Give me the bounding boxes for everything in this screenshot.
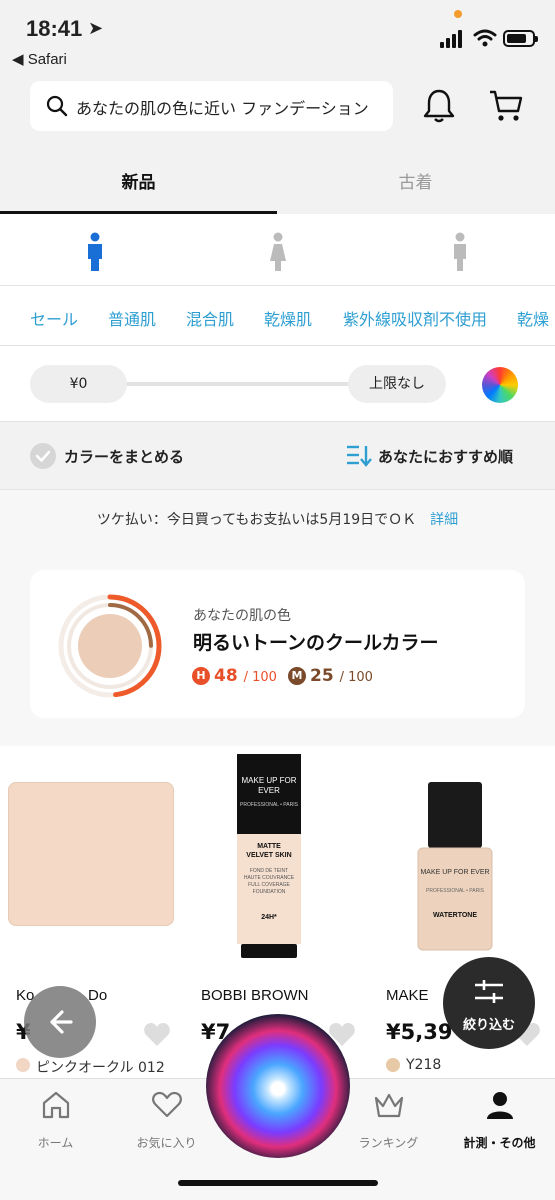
product-image-compact	[8, 782, 174, 926]
category-combination-skin[interactable]: 混合肌	[186, 306, 234, 330]
person-male-icon[interactable]	[450, 232, 470, 272]
bottle-brand: MAKE UP FOR EVER	[420, 869, 490, 876]
sort-icon[interactable]	[346, 444, 372, 468]
notice-text: ツケ払い：今日買ってもお支払いは5月19日でＯＫ	[96, 512, 417, 528]
back-button[interactable]	[24, 986, 96, 1058]
heart-outline-icon	[152, 1091, 182, 1118]
brightness-score: M 25 / 100	[288, 666, 373, 686]
person-all-icon[interactable]	[85, 232, 105, 272]
search-input[interactable]: あなたの肌の色に近い ファンデーション	[30, 81, 393, 131]
brightness-score-value: 25	[310, 666, 334, 686]
skin-tone-title: 明るいトーンのクールカラー	[193, 632, 439, 654]
home-indicator[interactable]	[178, 1180, 378, 1186]
product-brand-tail: Do	[88, 987, 108, 1004]
hue-badge: H	[192, 667, 210, 685]
status-time: 18:41	[26, 16, 83, 41]
price-max-handle[interactable]: 上限なし	[348, 365, 446, 403]
bell-icon[interactable]	[422, 88, 456, 124]
tube-sub: PROFESSIONAL • PARIS	[240, 802, 298, 808]
product-image-bottle	[417, 782, 493, 951]
skin-type-filter-row: セール 普通肌 混合肌 乾燥肌 紫外線吸収剤不使用 乾燥	[0, 286, 555, 346]
nav-label-favorites: お気に入り	[136, 1136, 197, 1150]
tab-new[interactable]: 新品	[0, 154, 277, 214]
heart-icon[interactable]	[143, 1022, 171, 1048]
product-shade: Y218	[406, 1057, 442, 1073]
tube-product-name: MATTE VELVET SKIN	[246, 843, 292, 859]
hue-score-max: / 100	[243, 670, 277, 685]
status-bar: 18:41 ➤ ◀ Safari	[0, 0, 555, 72]
arrow-left-icon	[50, 1010, 73, 1034]
search-icon	[46, 95, 68, 117]
sort-row: カラーをまとめる あなたにおすすめ順	[0, 422, 555, 490]
product-brand: MAKE	[386, 987, 429, 1004]
tube-brand: MAKE UP FOR EVER	[241, 776, 297, 795]
filter-button-label: 絞り込む	[462, 1018, 515, 1033]
wifi-icon	[473, 29, 497, 47]
battery-level	[507, 34, 526, 43]
sort-order-label[interactable]: あなたにおすすめ順	[378, 446, 513, 467]
hue-score-value: 48	[214, 666, 238, 686]
category-normal-skin[interactable]: 普通肌	[108, 306, 156, 330]
price-min-handle[interactable]: ¥0	[30, 365, 127, 403]
hue-score: H 48 / 100	[192, 666, 277, 686]
category-dry-skin-2[interactable]: 乾燥	[517, 306, 549, 330]
product-brand: BOBBI BROWN	[201, 987, 309, 1004]
notice-details-link[interactable]: 詳細	[430, 512, 458, 528]
tube-hours: 24H*	[261, 914, 277, 921]
condition-tabs: 新品 古着	[0, 154, 555, 214]
privacy-indicator-dot	[454, 10, 462, 18]
nav-item-account[interactable]: 計測・その他	[444, 1089, 555, 1150]
nav-item-home[interactable]: ホーム	[0, 1089, 111, 1150]
person-icon	[487, 1092, 513, 1119]
skin-tone-card[interactable]: あなたの肌の色 明るいトーンのクールカラー H 48 / 100 M 25 / 10…	[30, 570, 525, 718]
brightness-badge: M	[288, 667, 306, 685]
gender-selector	[0, 214, 555, 286]
search-query: あなたの肌の色に近い ファンデーション	[76, 99, 369, 118]
shade-swatch	[16, 1058, 30, 1072]
home-icon	[42, 1091, 70, 1119]
nav-label-ranking: ランキング	[358, 1136, 419, 1150]
deferred-payment-notice: ツケ払い：今日買ってもお支払いは5月19日でＯＫ 詳細	[0, 490, 555, 550]
battery-icon	[503, 30, 538, 47]
bottle-product-name: WATERTONE	[432, 912, 478, 919]
price-filter: ¥0 上限なし	[0, 346, 555, 422]
check-icon	[35, 450, 51, 462]
skin-tone-ring	[58, 594, 162, 698]
category-sale[interactable]: セール	[30, 306, 78, 330]
category-dry-skin[interactable]: 乾燥肌	[264, 306, 312, 330]
group-colors-checkbox[interactable]	[30, 443, 56, 469]
location-arrow-icon: ➤	[88, 18, 104, 39]
nav-label-account: 計測・その他	[463, 1136, 536, 1150]
skin-tone-label: あなたの肌の色	[193, 608, 291, 624]
color-wheel-icon[interactable]	[482, 367, 518, 403]
siri-orb	[206, 1014, 350, 1158]
shade-swatch	[386, 1058, 400, 1072]
header: あなたの肌の色に近い ファンデーション	[0, 72, 555, 154]
group-colors-label[interactable]: カラーをまとめる	[64, 446, 184, 467]
nav-item-ranking[interactable]: ランキング	[333, 1089, 444, 1150]
tube-desc: FOND DE TEINT HAUTE COUVRANCE FULL COVER…	[243, 868, 295, 895]
nav-item-favorites[interactable]: お気に入り	[111, 1089, 222, 1150]
nav-label-home: ホーム	[37, 1136, 74, 1150]
skin-tone-section: あなたの肌の色 明るいトーンのクールカラー H 48 / 100 M 25 / 10…	[0, 550, 555, 746]
filter-button[interactable]: 絞り込む	[443, 957, 535, 1049]
back-to-safari-link[interactable]: ◀ Safari	[12, 50, 67, 68]
brightness-score-max: / 100	[339, 670, 373, 685]
sliders-icon	[475, 980, 503, 1003]
product-shade: ピンクオークル 012	[36, 1060, 165, 1076]
cellular-signal-icon	[440, 30, 466, 48]
crown-icon	[374, 1093, 404, 1118]
tab-used[interactable]: 古着	[277, 154, 554, 214]
person-female-icon[interactable]	[268, 232, 288, 272]
category-uv-absorber-free[interactable]: 紫外線吸収剤不使用	[343, 306, 487, 330]
bottle-sub: PROFESSIONAL • PARIS	[426, 888, 484, 894]
cart-icon[interactable]	[488, 88, 524, 124]
